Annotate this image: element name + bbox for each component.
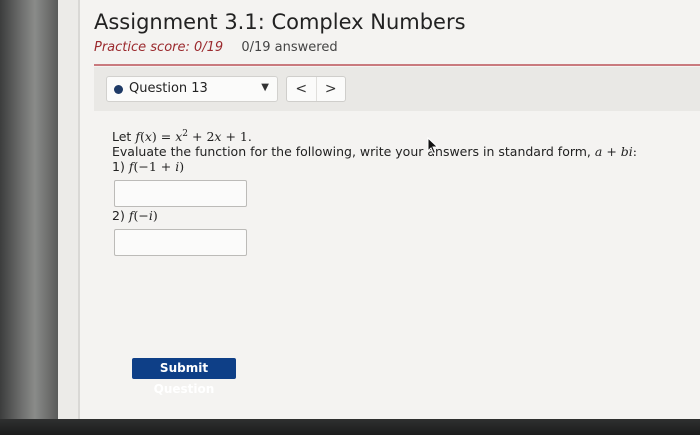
instruction-text: Evaluate the function for the following,… [112, 144, 637, 160]
part1-answer-input[interactable] [114, 180, 247, 207]
practice-score: Practice score: 0/19 [94, 40, 224, 55]
submit-question-button[interactable]: Submit Question [132, 358, 236, 396]
let-prefix: Let [112, 129, 132, 145]
function-definition: Let f(x) = x2 + 2x + 1. [112, 129, 252, 145]
part1-prompt: 1) f(−1 + i) [112, 159, 185, 174]
assignment-page: Assignment 3.1: Complex Numbers Practice… [80, 0, 700, 419]
header-divider [94, 64, 700, 66]
assignment-title: Assignment 3.1: Complex Numbers [94, 10, 466, 34]
screen: Assignment 3.1: Complex Numbers Practice… [58, 0, 700, 419]
question-status-dot-icon [114, 85, 123, 94]
device-bezel-bottom [0, 419, 700, 435]
part2-prompt: 2) f(−i) [112, 208, 158, 223]
previous-question-button[interactable]: < [287, 77, 316, 101]
problem-statement: Let f(x) = x2 + 2x + 1. Evaluate the fun… [112, 127, 637, 159]
question-nav-buttons: < > [286, 76, 346, 102]
part2-answer-input[interactable] [114, 229, 247, 256]
next-question-button[interactable]: > [315, 77, 346, 101]
mouse-cursor-icon [427, 137, 439, 155]
question-select-label: Question 13 [129, 81, 208, 96]
score-row: Practice score: 0/19 0/19 answered [94, 40, 338, 55]
answered-count: 0/19 answered [241, 40, 338, 55]
question-select[interactable]: Question 13 ▼ [106, 76, 278, 102]
question-nav-bar: Question 13 ▼ < > [94, 67, 700, 111]
caret-down-icon: ▼ [261, 82, 269, 93]
device-bezel-left [0, 0, 58, 435]
